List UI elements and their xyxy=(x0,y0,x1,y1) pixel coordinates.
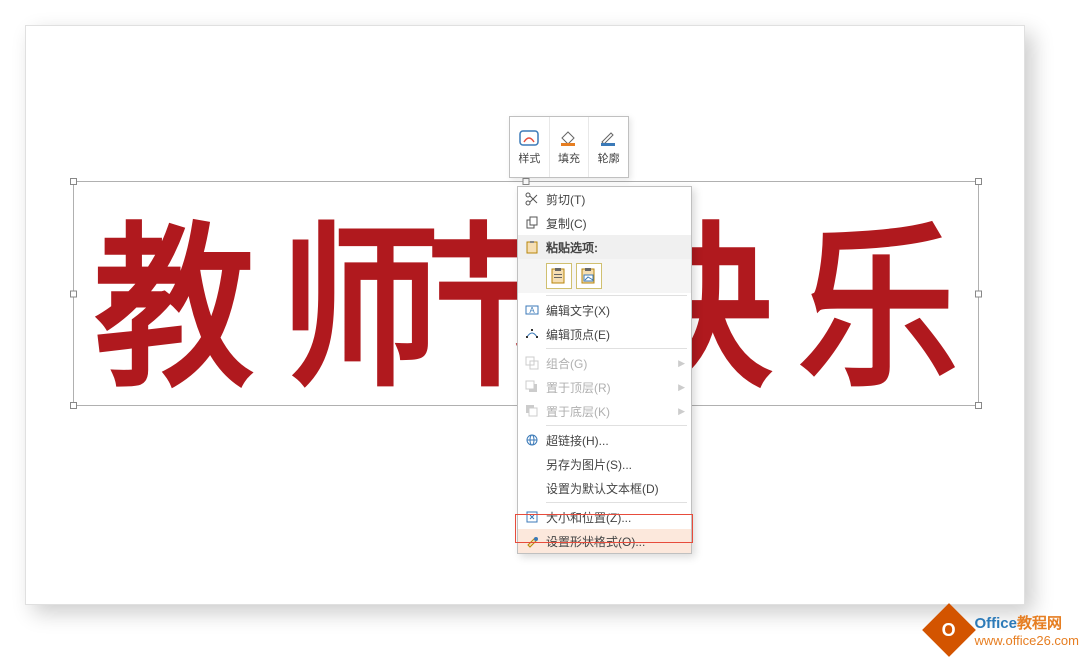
watermark: O Office教程网 www.office26.com xyxy=(930,611,1079,649)
watermark-brand1: Office xyxy=(974,615,1017,632)
wordart-char: 教 xyxy=(94,182,254,405)
watermark-text: Office教程网 www.office26.com xyxy=(974,612,1079,648)
menu-size-position[interactable]: 大小和位置(Z)... xyxy=(518,505,691,529)
resize-handle-ml[interactable] xyxy=(70,290,77,297)
menu-bring-front: 置于顶层(R) ▶ xyxy=(518,375,691,399)
save-picture-icon xyxy=(518,452,546,476)
resize-handle-tl[interactable] xyxy=(70,178,77,185)
menu-hyperlink[interactable]: 超链接(H)... xyxy=(518,428,691,452)
copy-icon xyxy=(518,211,546,235)
resize-handle-br[interactable] xyxy=(975,402,982,409)
menu-set-default-textbox-label: 设置为默认文本框(D) xyxy=(546,480,685,497)
svg-text:A: A xyxy=(529,306,535,315)
scissors-icon xyxy=(518,187,546,211)
bring-front-icon xyxy=(518,375,546,399)
menu-size-position-label: 大小和位置(Z)... xyxy=(546,509,685,526)
hyperlink-icon xyxy=(518,428,546,452)
paste-option-keep-source[interactable] xyxy=(546,263,572,289)
watermark-brand2: 教程网 xyxy=(1017,615,1062,632)
menu-copy-label: 复制(C) xyxy=(546,215,685,232)
menu-separator xyxy=(546,348,687,349)
document-canvas: 教 师 节 快 乐 样式 填充 轮廓 xyxy=(25,25,1025,605)
menu-edit-points[interactable]: 编辑顶点(E) xyxy=(518,322,691,346)
outline-button[interactable]: 轮廓 xyxy=(589,117,628,177)
edit-text-icon: A xyxy=(518,298,546,322)
menu-format-shape[interactable]: 设置形状格式(O)... xyxy=(518,529,691,553)
menu-separator xyxy=(546,425,687,426)
style-label: 样式 xyxy=(518,150,540,166)
menu-cut-label: 剪切(T) xyxy=(546,191,685,208)
send-back-icon xyxy=(518,399,546,423)
menu-format-shape-label: 设置形状格式(O)... xyxy=(546,533,685,550)
menu-group-label: 组合(G) xyxy=(546,355,678,372)
resize-handle-tr[interactable] xyxy=(975,178,982,185)
watermark-logo-icon: O xyxy=(923,603,977,657)
menu-hyperlink-label: 超链接(H)... xyxy=(546,432,685,449)
menu-separator xyxy=(546,502,687,503)
menu-paste-header: 粘贴选项: xyxy=(518,235,691,259)
menu-set-default-textbox[interactable]: 设置为默认文本框(D) xyxy=(518,476,691,500)
resize-handle-mr[interactable] xyxy=(975,290,982,297)
menu-edit-text-label: 编辑文字(X) xyxy=(546,302,685,319)
menu-send-back-label: 置于底层(K) xyxy=(546,403,678,420)
menu-edit-text[interactable]: A 编辑文字(X) xyxy=(518,298,691,322)
edit-points-icon xyxy=(518,322,546,346)
fill-button[interactable]: 填充 xyxy=(550,117,590,177)
paste-options-row xyxy=(518,259,691,293)
menu-group: 组合(G) ▶ xyxy=(518,351,691,375)
clipboard-icon xyxy=(518,235,546,259)
format-shape-icon xyxy=(518,529,546,553)
size-position-icon xyxy=(518,505,546,529)
style-icon xyxy=(519,129,539,147)
fill-bucket-icon xyxy=(559,129,579,147)
style-button[interactable]: 样式 xyxy=(510,117,550,177)
menu-send-back: 置于底层(K) ▶ xyxy=(518,399,691,423)
paste-option-picture[interactable] xyxy=(576,263,602,289)
fill-label: 填充 xyxy=(558,150,580,166)
context-menu: 剪切(T) 复制(C) 粘贴选项: A 编辑文 xyxy=(517,186,692,554)
menu-paste-header-label: 粘贴选项: xyxy=(546,239,685,256)
wordart-char: 师 xyxy=(280,182,440,405)
group-icon xyxy=(518,351,546,375)
menu-cut[interactable]: 剪切(T) xyxy=(518,187,691,211)
menu-save-as-picture[interactable]: 另存为图片(S)... xyxy=(518,452,691,476)
submenu-arrow-icon: ▶ xyxy=(678,358,685,369)
watermark-url: www.office26.com xyxy=(974,633,1079,648)
resize-handle-bl[interactable] xyxy=(70,402,77,409)
menu-save-as-picture-label: 另存为图片(S)... xyxy=(546,456,685,473)
submenu-arrow-icon: ▶ xyxy=(678,382,685,393)
menu-copy[interactable]: 复制(C) xyxy=(518,211,691,235)
submenu-arrow-icon: ▶ xyxy=(678,406,685,417)
outline-pen-icon xyxy=(599,129,619,147)
menu-separator xyxy=(546,295,687,296)
mini-format-toolbar: 样式 填充 轮廓 xyxy=(509,116,629,178)
menu-edit-points-label: 编辑顶点(E) xyxy=(546,326,685,343)
wordart-char: 乐 xyxy=(798,182,958,405)
menu-bring-front-label: 置于顶层(R) xyxy=(546,379,678,396)
outline-label: 轮廓 xyxy=(598,150,620,166)
default-textbox-icon xyxy=(518,476,546,500)
